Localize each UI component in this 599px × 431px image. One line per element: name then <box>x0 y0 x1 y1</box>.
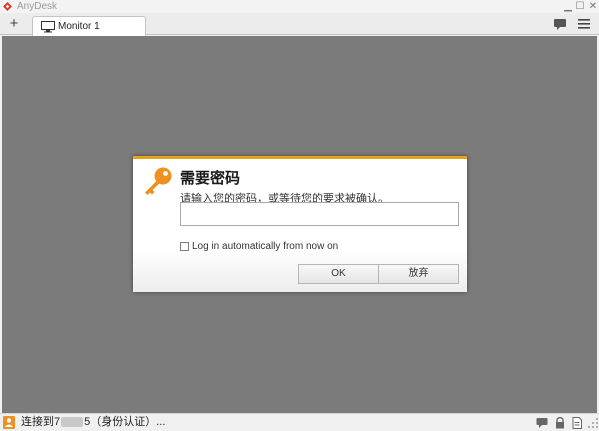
redacted-id <box>61 417 84 428</box>
document-icon[interactable] <box>571 417 583 429</box>
minimize-button[interactable]: ▁ <box>562 0 574 13</box>
status-suffix: （身份认证）... <box>90 416 166 428</box>
tab-label: Monitor 1 <box>58 21 100 32</box>
app-title: AnyDesk <box>17 1 58 12</box>
title-bar: AnyDesk ▁ ☐ ✕ <box>0 0 599 13</box>
add-tab-button[interactable]: + <box>6 16 22 32</box>
ok-button[interactable]: OK <box>298 264 379 284</box>
password-input[interactable] <box>180 202 459 226</box>
lock-icon[interactable] <box>554 417 566 429</box>
status-prefix: 连接到 <box>21 416 54 428</box>
cancel-button[interactable]: 放弃 <box>378 264 459 284</box>
auto-login-checkbox[interactable] <box>180 242 189 251</box>
tab-bar: + Monitor 1 <box>0 13 599 36</box>
tab-monitor-1[interactable]: Monitor 1 <box>32 16 146 36</box>
connection-status-icon <box>3 416 15 429</box>
status-bar: 连接到7 5（身份认证）... <box>0 413 599 431</box>
connection-status-text: 连接到7 5（身份认证）... <box>21 414 165 431</box>
menu-icon[interactable] <box>578 18 590 30</box>
resize-grip-icon[interactable] <box>587 417 599 429</box>
close-button[interactable]: ✕ <box>587 0 599 13</box>
monitor-icon <box>41 21 55 33</box>
chat-icon[interactable] <box>553 17 567 31</box>
status-id-start: 7 <box>54 416 61 428</box>
password-dialog: 需要密码 请输入您的密码，或等待您的要求被确认。 Log in automati… <box>133 156 467 292</box>
anydesk-logo-icon <box>3 2 12 11</box>
maximize-button[interactable]: ☐ <box>574 0 586 13</box>
chat-icon[interactable] <box>536 417 548 429</box>
key-icon <box>145 167 172 195</box>
auto-login-label[interactable]: Log in automatically from now on <box>192 241 338 253</box>
dialog-title: 需要密码 <box>180 170 241 187</box>
